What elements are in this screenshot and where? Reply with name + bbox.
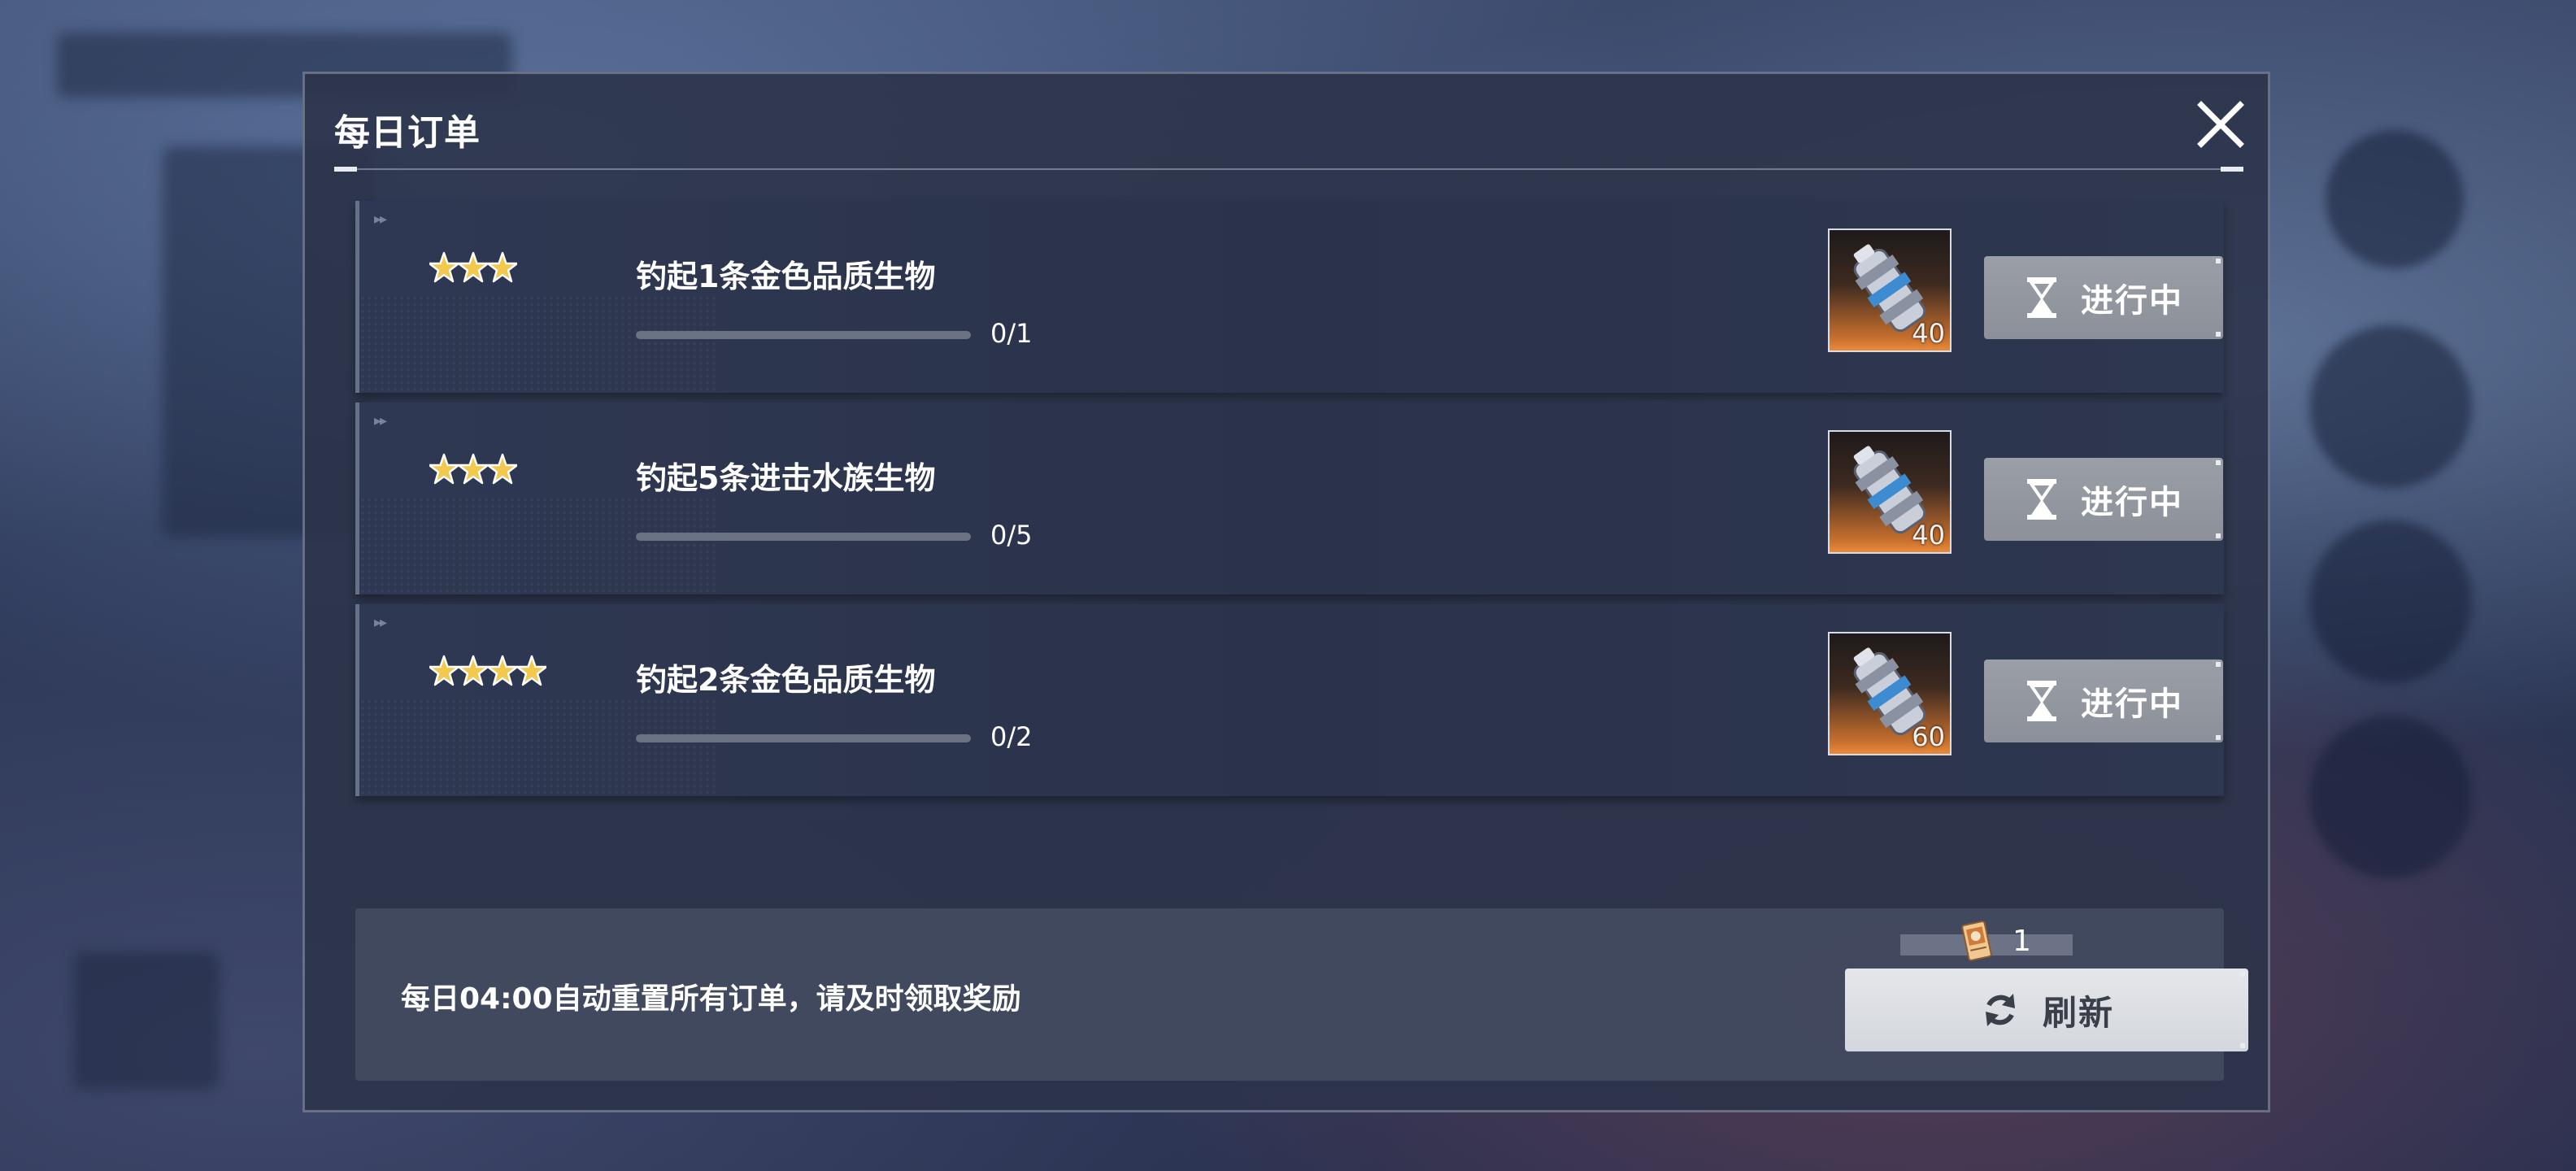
progress-bar (636, 533, 971, 541)
progress-bar (636, 734, 971, 742)
reward-count: 60 (1912, 721, 1945, 752)
star-icon (459, 453, 488, 485)
status-label: 进行中 (2081, 686, 2183, 723)
star-icon (429, 251, 459, 283)
arrows-icon: ▸▸ (374, 614, 387, 631)
star-icon (429, 655, 459, 686)
title-divider-tick (334, 167, 357, 172)
background-blur (2326, 130, 2464, 268)
order-task: 钓起1条金色品质生物 (636, 259, 936, 294)
hourglass-icon (2027, 277, 2056, 318)
daily-orders-dialog: 每日订单 ▸▸ 钓起1条金色品质生物 0/1 40 进行中 ▸▸ 钓起5条进击水族生物 0/5… (302, 72, 2270, 1112)
background-blur (2309, 325, 2472, 488)
order-row: ▸▸ 钓起2条金色品质生物 0/2 60 进行中 (355, 604, 2224, 796)
dialog-title: 每日订单 (334, 112, 481, 154)
title-divider-tick (2221, 167, 2243, 172)
star-icon (488, 251, 517, 283)
close-button[interactable] (2191, 95, 2250, 154)
status-label: 进行中 (2081, 282, 2183, 320)
refresh-cost-count: 1 (2012, 925, 2031, 958)
refresh-icon (1985, 994, 2015, 1026)
hourglass-icon (2027, 681, 2056, 721)
order-row: ▸▸ 钓起5条进击水族生物 0/5 40 进行中 (355, 403, 2224, 594)
arrows-icon: ▸▸ (374, 412, 387, 429)
star-icon (488, 453, 517, 485)
star-icon (429, 453, 459, 485)
status-in-progress-button[interactable]: 进行中 (1984, 660, 2223, 742)
ticket-icon (1961, 921, 1992, 961)
status-in-progress-button[interactable]: 进行中 (1984, 458, 2223, 541)
difficulty-stars (429, 450, 517, 495)
order-task: 钓起5条进击水族生物 (636, 460, 936, 496)
star-icon (459, 251, 488, 283)
progress-text: 0/2 (990, 721, 1033, 752)
difficulty-stars (429, 651, 546, 697)
background-blur (2309, 520, 2472, 683)
hourglass-icon (2027, 479, 2056, 520)
star-icon (459, 655, 488, 686)
reward-item[interactable]: 40 (1828, 229, 1952, 352)
title-divider (334, 168, 2242, 170)
reward-item[interactable]: 40 (1828, 430, 1952, 554)
reward-count: 40 (1912, 318, 1945, 349)
order-task: 钓起2条金色品质生物 (636, 662, 936, 698)
status-in-progress-button[interactable]: 进行中 (1984, 256, 2223, 339)
progress-text: 0/5 (990, 520, 1033, 551)
difficulty-stars (429, 248, 517, 294)
star-icon (488, 655, 517, 686)
reward-item[interactable]: 60 (1828, 632, 1952, 755)
order-row: ▸▸ 钓起1条金色品质生物 0/1 40 进行中 (355, 201, 2224, 393)
star-icon (517, 655, 546, 686)
refresh-cost: 1 (1900, 915, 2073, 964)
footer-panel: 每日04:00自动重置所有订单，请及时领取奖励 1 刷新 (355, 908, 2248, 1081)
reward-count: 40 (1912, 520, 1945, 551)
background-blur (73, 951, 220, 1090)
status-label: 进行中 (2081, 484, 2183, 521)
progress-bar (636, 331, 971, 339)
close-icon (2197, 101, 2244, 148)
background-blur (2309, 716, 2472, 878)
refresh-button-label: 刷新 (2042, 992, 2114, 1033)
arrows-icon: ▸▸ (374, 211, 387, 228)
progress-text: 0/1 (990, 318, 1033, 349)
refresh-button[interactable]: 刷新 (1845, 969, 2248, 1051)
reset-notice: 每日04:00自动重置所有订单，请及时领取奖励 (401, 982, 1021, 1016)
